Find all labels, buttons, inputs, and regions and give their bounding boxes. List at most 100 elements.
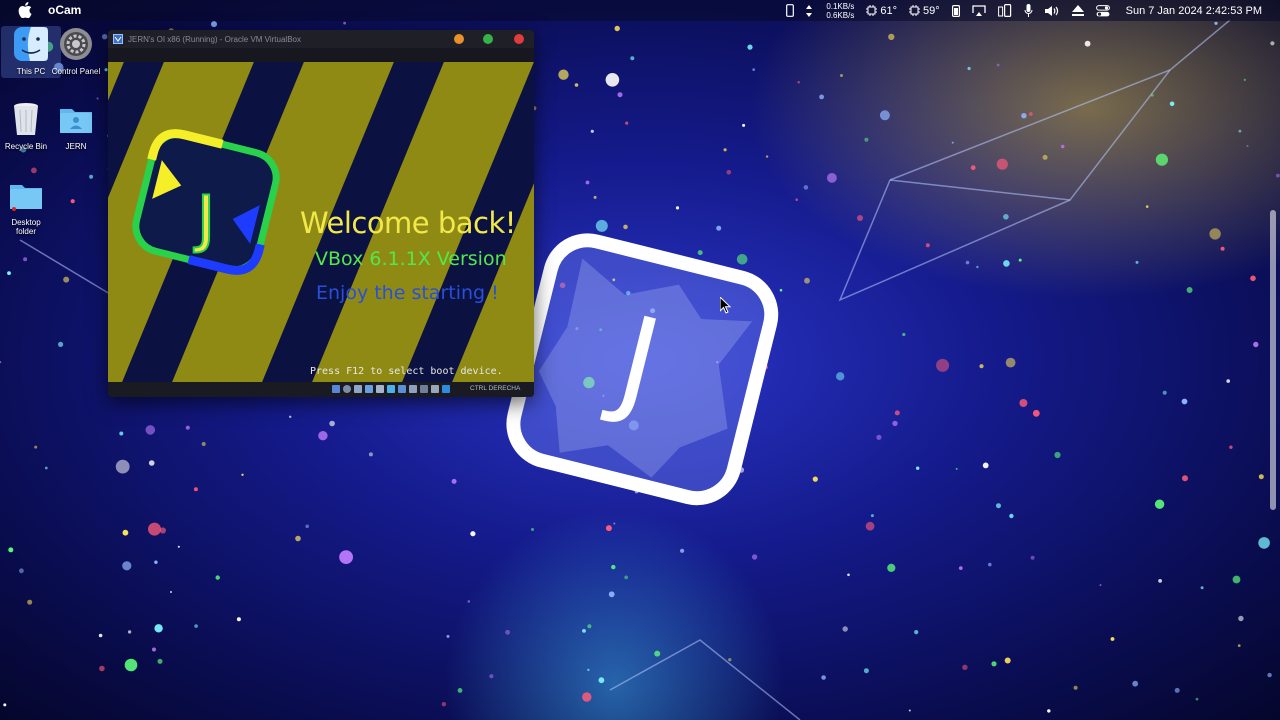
volume-icon[interactable] xyxy=(1044,0,1060,21)
star xyxy=(797,81,800,84)
star xyxy=(1004,657,1011,664)
star xyxy=(914,630,919,635)
memory-icon[interactable] xyxy=(951,0,960,21)
star xyxy=(148,460,155,466)
shared-folders-icon[interactable] xyxy=(387,385,395,393)
star xyxy=(211,21,217,28)
vm-status-icons xyxy=(332,385,450,393)
audio-icon[interactable] xyxy=(354,385,362,393)
star xyxy=(154,560,158,564)
star xyxy=(124,658,138,672)
star xyxy=(1250,275,1256,282)
menu-bar: oCam 0.1KB/s 0.6KB/s 61° 59° Sun 7 Jan 2… xyxy=(0,0,1280,21)
star xyxy=(1005,357,1016,368)
star xyxy=(840,74,843,77)
network-icon[interactable] xyxy=(365,385,373,393)
star xyxy=(1267,672,1272,678)
star xyxy=(680,548,685,553)
star xyxy=(742,123,746,127)
clock[interactable]: Sun 7 Jan 2024 2:42:53 PM xyxy=(1126,5,1262,17)
desktop-icon-jern[interactable]: JERN xyxy=(46,101,106,151)
star xyxy=(194,624,198,628)
phone-icon[interactable] xyxy=(786,0,795,21)
star xyxy=(887,563,896,573)
welcome-text: Welcome back! xyxy=(300,206,516,240)
star xyxy=(3,703,7,707)
control-center-icon[interactable] xyxy=(1095,0,1110,21)
star xyxy=(177,545,180,548)
enjoy-text: Enjoy the starting ! xyxy=(316,282,499,304)
mouse-integration-icon[interactable] xyxy=(431,385,439,393)
star xyxy=(457,688,463,693)
star xyxy=(1073,685,1078,690)
star xyxy=(127,630,132,634)
star xyxy=(751,554,758,560)
desktop-icon-control-panel[interactable]: Control Panel xyxy=(46,26,106,76)
maximize-button[interactable] xyxy=(483,34,493,44)
star xyxy=(1186,287,1193,293)
close-button[interactable] xyxy=(514,34,524,44)
microphone-icon[interactable] xyxy=(1024,0,1033,21)
star xyxy=(587,624,592,629)
gpu-temp-value: 59° xyxy=(922,4,940,17)
star xyxy=(451,478,457,484)
star xyxy=(31,167,37,174)
star xyxy=(747,44,753,50)
keyboard-capture-icon[interactable] xyxy=(442,385,450,393)
star xyxy=(145,425,156,435)
window-titlebar[interactable]: JERN's OI x86 (Running) - Oracle VM Virt… xyxy=(108,30,534,48)
star xyxy=(1253,341,1259,348)
star xyxy=(1232,575,1241,584)
star xyxy=(241,473,244,476)
star xyxy=(1018,258,1022,262)
star xyxy=(343,21,346,25)
host-key-label: CTRL DERECHA xyxy=(470,385,521,392)
star xyxy=(1270,41,1275,46)
vm-display[interactable]: J Welcome back! VBox 6.1.1X Version Enjo… xyxy=(108,62,534,382)
desktop-icon-desktop-folder[interactable]: Desktop folder xyxy=(0,177,56,236)
hard-disk-icon[interactable] xyxy=(332,385,340,393)
optical-drive-icon[interactable] xyxy=(343,385,351,393)
star xyxy=(876,434,882,440)
star xyxy=(979,364,984,369)
active-app-name[interactable]: oCam xyxy=(48,3,81,17)
gpu-temp[interactable]: 59° xyxy=(908,0,940,21)
battery-phone-icon[interactable] xyxy=(997,0,1012,21)
trash-icon xyxy=(14,103,38,135)
star xyxy=(996,503,1001,509)
star xyxy=(98,633,103,638)
transfer-arrows-icon xyxy=(806,0,813,21)
star xyxy=(1169,101,1175,107)
star xyxy=(865,521,875,531)
star xyxy=(215,575,220,580)
star xyxy=(170,591,172,593)
star xyxy=(574,83,579,87)
star xyxy=(441,702,447,707)
star xyxy=(965,260,970,265)
star xyxy=(752,68,756,71)
airplay-icon[interactable] xyxy=(971,0,986,21)
recording-icon[interactable] xyxy=(409,385,417,393)
virtualbox-window[interactable]: JERN's OI x86 (Running) - Oracle VM Virt… xyxy=(108,30,534,397)
star xyxy=(34,445,38,449)
star xyxy=(1032,409,1040,417)
usb-icon[interactable] xyxy=(376,385,384,393)
star xyxy=(587,668,590,672)
eject-icon[interactable] xyxy=(1071,0,1084,21)
star xyxy=(7,271,11,275)
display-icon[interactable] xyxy=(398,385,406,393)
star xyxy=(295,535,301,542)
star xyxy=(1003,260,1010,267)
star xyxy=(1135,260,1139,264)
scrollbar[interactable] xyxy=(1270,210,1276,510)
cpu-temp[interactable]: 61° xyxy=(866,0,897,21)
apple-icon[interactable] xyxy=(18,2,32,18)
star xyxy=(996,63,1000,67)
star xyxy=(593,195,597,199)
star xyxy=(991,661,997,667)
star xyxy=(803,185,809,190)
star xyxy=(585,180,590,185)
network-speed: 0.1KB/s 0.6KB/s xyxy=(826,2,854,20)
cpu-activity-icon[interactable] xyxy=(420,385,428,393)
minimize-button[interactable] xyxy=(454,34,464,44)
